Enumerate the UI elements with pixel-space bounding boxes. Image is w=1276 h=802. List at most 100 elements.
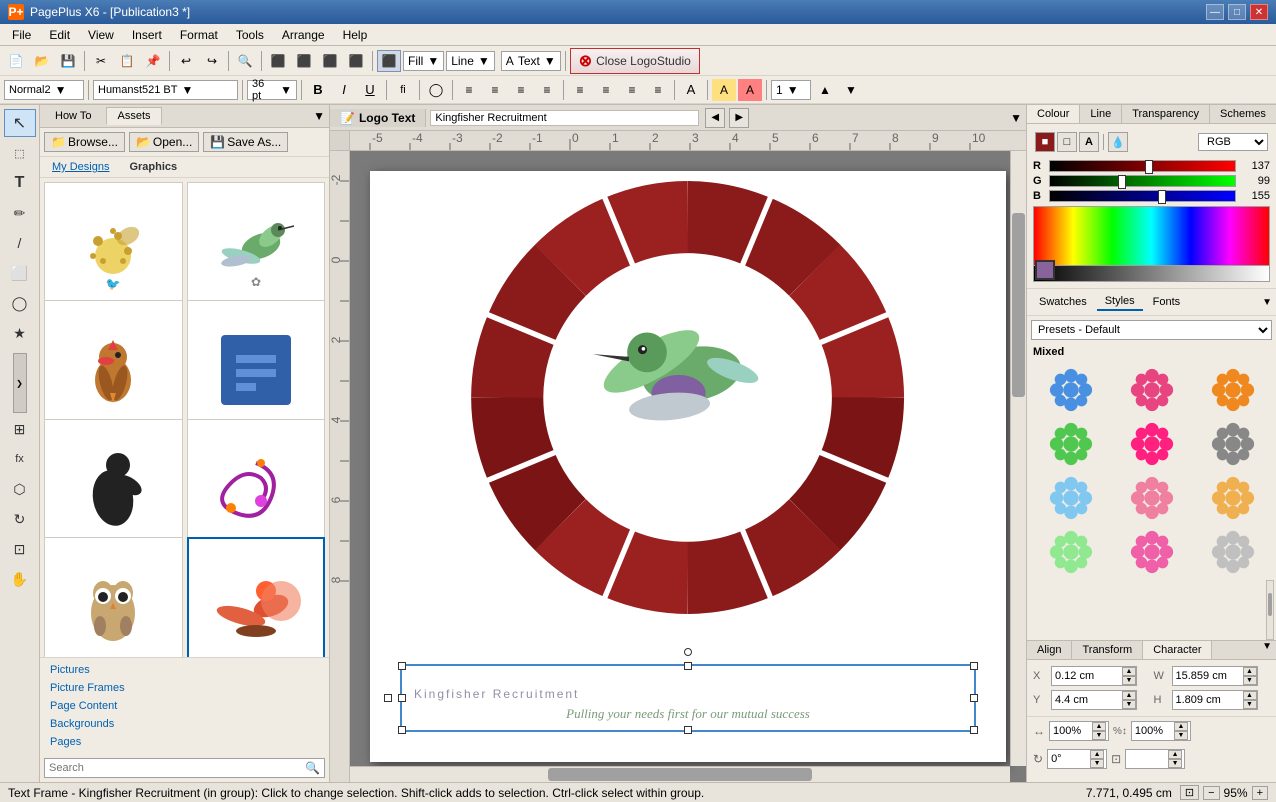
graphics-nav[interactable]: Graphics (121, 159, 185, 175)
underline-button[interactable]: U (358, 79, 382, 101)
h-input[interactable] (1173, 693, 1243, 707)
howto-tab[interactable]: How To (44, 107, 102, 125)
presets-dropdown[interactable]: Presets - Default (1031, 320, 1272, 340)
mydesigns-nav[interactable]: My Designs (44, 159, 117, 175)
italic-button[interactable]: I (332, 79, 356, 101)
backgrounds-cat[interactable]: Backgrounds (44, 716, 325, 732)
browse-button[interactable]: 📁 Browse... (44, 132, 125, 152)
scale-h-input[interactable] (1132, 724, 1174, 738)
outdent-button[interactable]: ≡ (646, 79, 670, 101)
transform-tab[interactable]: Transform (1072, 641, 1143, 659)
page-down-button[interactable]: ▼ (839, 79, 863, 101)
pencil-tool[interactable]: ✏ (4, 199, 36, 227)
h-down-btn[interactable]: ▼ (1243, 700, 1257, 709)
paste-button[interactable]: 📌 (141, 50, 165, 72)
swatches-tab[interactable]: Swatches (1031, 294, 1095, 310)
status-zoom-in-btn[interactable]: + (1252, 786, 1268, 800)
menu-arrange[interactable]: Arrange (274, 26, 333, 44)
mirror-input[interactable] (1126, 752, 1168, 766)
color-eyedropper[interactable]: 💧 (1108, 132, 1128, 152)
align-left-text[interactable]: ≡ (457, 79, 481, 101)
menu-file[interactable]: File (4, 26, 39, 44)
menu-help[interactable]: Help (335, 26, 376, 44)
menu-edit[interactable]: Edit (41, 26, 78, 44)
pictureframes-cat[interactable]: Picture Frames (44, 680, 325, 696)
open-button[interactable]: 📂 (30, 50, 54, 72)
swatches-panel-menu[interactable]: ▼ (1262, 297, 1272, 308)
ellipse-tool[interactable]: ◯ (4, 289, 36, 317)
scaleh-up-btn[interactable]: ▲ (1174, 722, 1188, 731)
b-slider[interactable] (1049, 190, 1236, 202)
size-dropdown[interactable]: 36 pt ▼ (247, 80, 297, 100)
page-number-dropdown[interactable]: 1▼ (771, 80, 811, 100)
line-tab[interactable]: Line (1080, 105, 1122, 123)
assets-tab[interactable]: Assets (106, 107, 161, 125)
swatch-green-flower[interactable] (1033, 420, 1108, 468)
styles-tab[interactable]: Styles (1097, 293, 1143, 311)
fonts-tab[interactable]: Fonts (1145, 294, 1189, 310)
tb-align-right[interactable]: ⬛ (318, 50, 342, 72)
open-asset-button[interactable]: 📂 Open... (129, 132, 199, 152)
align-center-text[interactable]: ≡ (483, 79, 507, 101)
r-slider[interactable] (1049, 160, 1236, 172)
close-button[interactable]: ✕ (1250, 4, 1268, 20)
rotate-up-btn[interactable]: ▲ (1090, 750, 1104, 759)
swatch-lightblue-flower[interactable] (1033, 474, 1108, 522)
undo-button[interactable]: ↩ (174, 50, 198, 72)
fill-dropdown[interactable]: Fill ▼ (403, 51, 444, 71)
pagecontent-cat[interactable]: Page Content (44, 698, 325, 714)
effects-tool[interactable]: fx (4, 445, 36, 473)
canvas-next-btn[interactable]: ▶ (729, 108, 749, 128)
kern-button[interactable]: fi (391, 79, 415, 101)
shape-tool[interactable]: ★ (4, 319, 36, 347)
asset-selected-bird[interactable] (187, 537, 326, 657)
h-up-btn[interactable]: ▲ (1243, 691, 1257, 700)
opacity-button[interactable]: ◯ (424, 79, 448, 101)
assets-panel-menu[interactable]: ▼ (313, 109, 325, 123)
tool-expander[interactable]: ❯ (13, 353, 27, 413)
rotate-down-btn[interactable]: ▼ (1090, 759, 1104, 768)
textformat-button[interactable]: A (679, 79, 703, 101)
status-fit-btn[interactable]: ⊡ (1180, 785, 1199, 800)
rotate-input[interactable] (1048, 752, 1090, 766)
status-zoom-out-btn[interactable]: − (1203, 786, 1219, 800)
swatch-rose-flower[interactable] (1114, 528, 1189, 576)
scalew-up-btn[interactable]: ▲ (1092, 722, 1106, 731)
x-down-btn[interactable]: ▼ (1122, 676, 1136, 685)
line-dropdown[interactable]: Line ▼ (446, 51, 495, 71)
color-line-icon[interactable]: □ (1057, 132, 1077, 152)
table-tool[interactable]: ⊞ (4, 415, 36, 443)
text-color-button[interactable]: A (738, 79, 762, 101)
scale-w-input[interactable] (1050, 724, 1092, 738)
mirror-down-btn[interactable]: ▼ (1168, 759, 1182, 768)
mirror-up-btn[interactable]: ▲ (1168, 750, 1182, 759)
bottom-panel-menu[interactable]: ▼ (1262, 641, 1272, 659)
swatch-gray-gear[interactable] (1195, 420, 1270, 468)
crop-tool[interactable]: ⊡ (4, 535, 36, 563)
y-input[interactable] (1052, 693, 1122, 707)
colour-tab[interactable]: Colour (1027, 105, 1080, 123)
swatch-blue-flower[interactable] (1033, 366, 1108, 414)
tb-align-justify[interactable]: ⬛ (344, 50, 368, 72)
search-icon[interactable]: 🔍 (305, 761, 320, 775)
align-right-text[interactable]: ≡ (509, 79, 533, 101)
line-tool[interactable]: / (4, 229, 36, 257)
asset-owl[interactable] (44, 537, 183, 657)
tb-selected-mode[interactable]: ⬛ (377, 50, 401, 72)
bold-button[interactable]: B (306, 79, 330, 101)
menu-insert[interactable]: Insert (124, 26, 170, 44)
swatch-lightgreen-flower[interactable] (1033, 528, 1108, 576)
zoom-button[interactable]: 🔍 (233, 50, 257, 72)
swatch-pink-flower[interactable] (1114, 366, 1189, 414)
scalew-down-btn[interactable]: ▼ (1092, 731, 1106, 740)
y-down-btn[interactable]: ▼ (1122, 700, 1136, 709)
tb-align-center[interactable]: ⬛ (292, 50, 316, 72)
canvas-scrollbar-h[interactable] (350, 766, 1010, 782)
numbering-button[interactable]: ≡ (594, 79, 618, 101)
color-picker-gradient[interactable] (1033, 206, 1270, 266)
transparency-tab[interactable]: Transparency (1122, 105, 1210, 123)
swatch-orange-flower[interactable] (1195, 366, 1270, 414)
canvas-panel-menu[interactable]: ▼ (1010, 111, 1022, 125)
saveas-button[interactable]: 💾 Save As... (203, 132, 288, 152)
color-fill-icon[interactable]: ■ (1035, 132, 1055, 152)
